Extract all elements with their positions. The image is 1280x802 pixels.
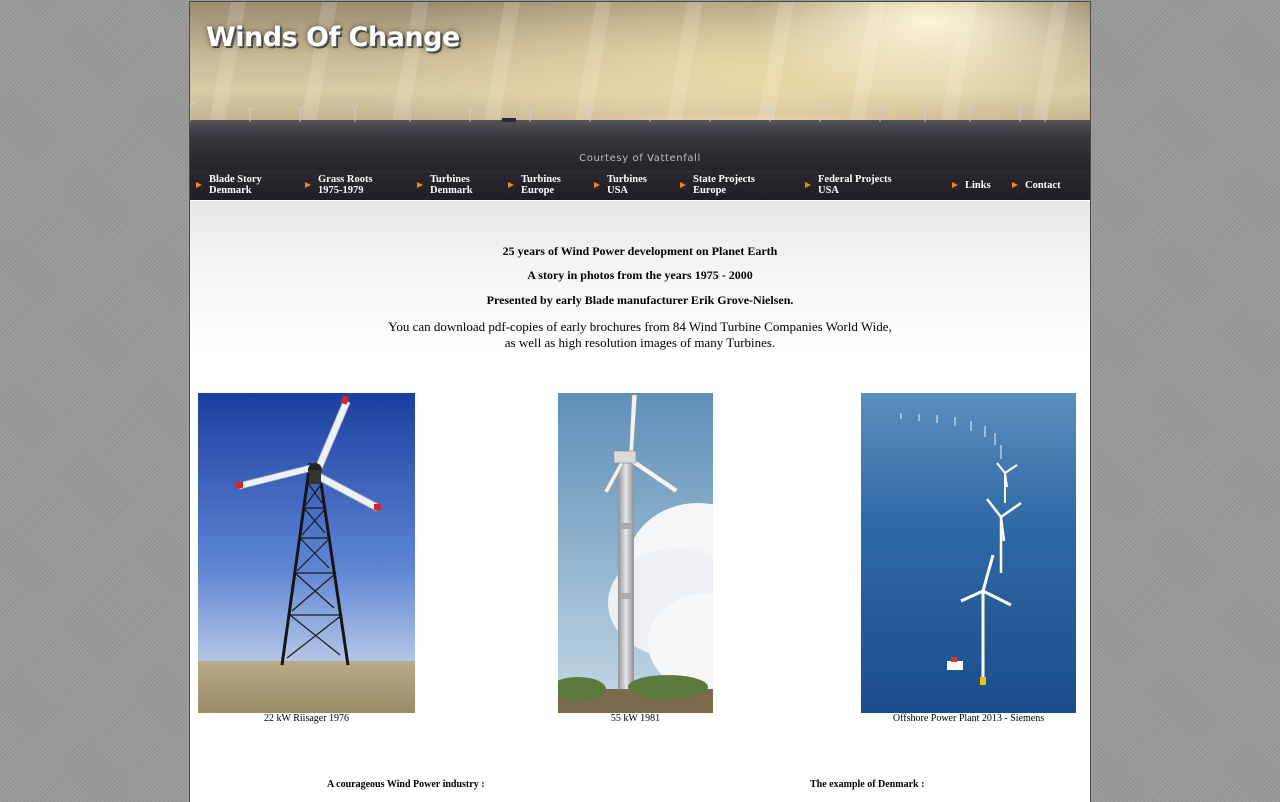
nav-item-turbines-europe[interactable]: Turbines Europe — [508, 170, 561, 200]
nav-arrow-icon — [1012, 182, 1018, 188]
nav-label-line2: USA — [607, 185, 629, 196]
nav-arrow-icon — [508, 182, 514, 188]
nav-arrow-icon — [305, 182, 311, 188]
nav-item-grass-roots[interactable]: Grass Roots 1975-1979 — [305, 170, 373, 200]
header-banner: Winds Of Change Courtesy of Vattenfall B… — [190, 2, 1090, 200]
nav-arrow-icon — [805, 182, 811, 188]
site-logo[interactable]: Winds Of Change — [206, 22, 460, 53]
nav-item-turbines-denmark[interactable]: Turbines Denmark — [417, 170, 473, 200]
nav-item-federal-projects-usa[interactable]: Federal Projects USA — [805, 170, 892, 200]
nav-label-line2: Europe — [693, 185, 727, 196]
nav-label-line1: Turbines — [430, 174, 470, 185]
nav-label-line1: Turbines — [521, 174, 561, 185]
nav-item-state-projects-europe[interactable]: State Projects Europe — [680, 170, 755, 200]
offshore-turbines-silhouette — [190, 99, 1051, 122]
nav-label-line1: Contact — [1025, 179, 1061, 191]
nav-arrow-icon — [196, 182, 202, 188]
nav-label-line2: USA — [818, 185, 840, 196]
photo-caption-2: 55 kW 1981 — [610, 713, 661, 724]
nav-arrow-icon — [680, 182, 686, 188]
photo-riisager-1976[interactable] — [198, 393, 415, 718]
nav-item-blade-story-denmark[interactable]: Blade Story Denmark — [196, 170, 262, 200]
nav-label-line1: Links — [965, 179, 991, 191]
section-heading-denmark: The example of Denmark : — [810, 779, 925, 790]
nav-item-contact[interactable]: Contact — [1012, 170, 1061, 200]
intro-heading: 25 years of Wind Power development on Pl… — [502, 244, 778, 258]
nav-item-turbines-usa[interactable]: Turbines USA — [594, 170, 647, 200]
nav-label-line1: Blade Story — [209, 174, 262, 185]
nav-label-line1: Turbines — [607, 174, 647, 185]
nav-item-links[interactable]: Links — [952, 170, 991, 200]
photo-55kw-1981[interactable] — [550, 393, 768, 718]
nav-label-line1: Federal Projects — [818, 174, 892, 185]
main-content: 25 years of Wind Power development on Pl… — [190, 201, 1090, 802]
main-navigation: Blade Story Denmark Grass Roots 1975-1979 … — [190, 170, 1090, 200]
nav-label-line2: Europe — [521, 185, 555, 196]
nav-label-line2: 1975-1979 — [318, 185, 364, 196]
section-heading-industry: A courageous Wind Power industry : — [327, 779, 485, 790]
photo-offshore-2013[interactable] — [861, 393, 1076, 718]
download-line-1: You can download pdf-copies of early bro… — [388, 319, 892, 334]
nav-arrow-icon — [417, 182, 423, 188]
intro-download-text: You can download pdf-copies of early bro… — [190, 319, 1090, 351]
download-line-2: as well as high resolution images of man… — [504, 335, 776, 350]
photo-caption-1: 22 kW Riisager 1976 — [263, 713, 350, 724]
intro-presenter: Presented by early Blade manufacturer Er… — [486, 293, 794, 307]
nav-label-line1: State Projects — [693, 174, 755, 185]
riisager-turbine-image — [198, 393, 415, 713]
nav-label-line2: Denmark — [209, 185, 252, 196]
nav-arrow-icon — [594, 182, 600, 188]
intro-subheading: A story in photos from the years 1975 - … — [527, 268, 753, 282]
offshore-wind-farm-image — [861, 393, 1076, 713]
nav-arrow-icon — [952, 182, 958, 188]
photo-credit: Courtesy of Vattenfall — [579, 153, 701, 164]
55kw-turbine-image — [550, 393, 768, 713]
photo-caption-3: Offshore Power Plant 2013 - Siemens — [892, 713, 1045, 724]
nav-label-line2: Denmark — [430, 185, 473, 196]
page-container: Winds Of Change Courtesy of Vattenfall B… — [189, 1, 1091, 802]
nav-label-line1: Grass Roots — [318, 174, 373, 185]
